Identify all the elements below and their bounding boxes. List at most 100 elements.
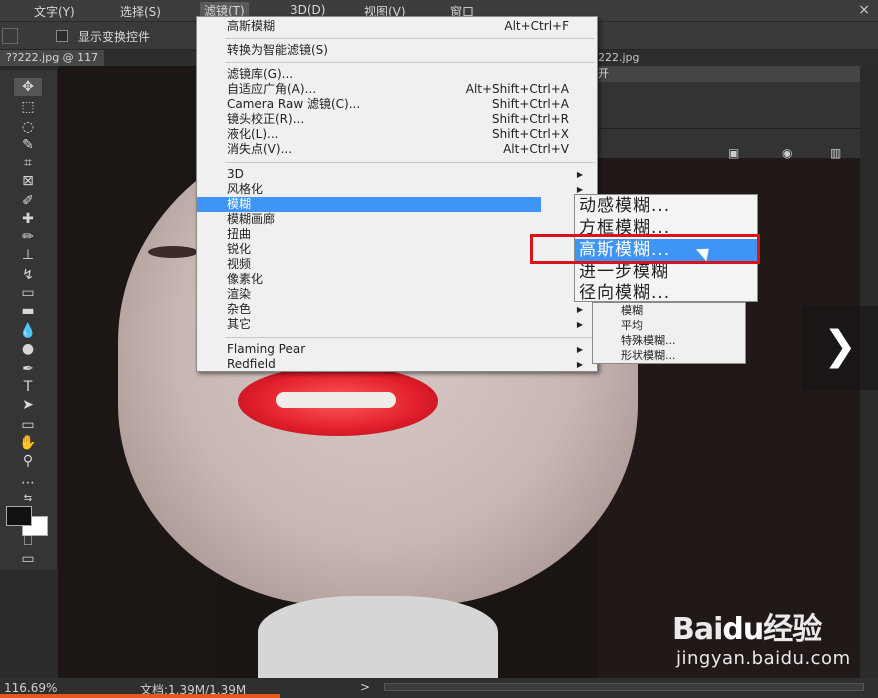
menu-type[interactable]: 文字(Y) [34,3,75,20]
menu-item-label: 液化(L)... [227,127,279,141]
tool-panel: ✥ ⬚ ◌ ✎ ⌗ ⊠ ✐ ✚ ✏ ⊥ ↯ ▭ ▬ 💧 ● ✒ T ➤ ▭ ✋ … [0,70,58,570]
menu-item-lens-correction[interactable]: 镜头校正(R)... Shift+Ctrl+R [197,112,597,127]
menu-item-label: 滤镜库(G)... [227,67,294,81]
camera-icon[interactable]: ◉ [782,146,792,160]
photo-eye-left [148,246,198,258]
foreground-color-swatch[interactable] [6,506,32,526]
right-panel: 开 ▣ ◉ ▥ [598,66,860,160]
menu-item-label: Redfield [227,357,276,371]
menu-item-liquify[interactable]: 液化(L)... Shift+Ctrl+X [197,127,597,142]
menu-item-label: 像素化 [227,272,264,286]
panel-title: 开 [598,67,609,80]
document-tab[interactable]: ??222.jpg @ 117 [0,50,105,66]
highlight-annotation-box [530,234,760,264]
frame-tool-icon[interactable]: ⊠ [14,172,42,190]
trash-icon[interactable]: ▥ [830,146,841,160]
zoom-level[interactable]: 116.69% [4,681,57,695]
menu-item-smart-filter[interactable]: 转换为智能滤镜(S) [197,43,597,58]
hand-tool-icon[interactable]: ✋ [14,434,42,452]
menu-item-flaming-pear[interactable]: Flaming Pear ▶ [197,342,597,357]
blur-tool-icon[interactable]: 💧 [14,322,42,340]
lasso-tool-icon[interactable]: ◌ [14,118,42,136]
quick-select-tool-icon[interactable]: ✎ [14,136,42,154]
menu-item-camera-raw[interactable]: Camera Raw 滤镜(C)... Shift+Ctrl+A [197,97,597,112]
menu-item-shortcut: Shift+Ctrl+R [491,112,569,126]
submenu-arrow-icon: ▶ [576,360,583,369]
menu-item-blur-gallery[interactable]: 模糊画廊 [197,212,597,227]
menu-item-label: 消失点(V)... [227,142,293,156]
baidu-watermark: Baidu经验 jingyan.baidu.com [672,604,851,669]
menu-item-last-filter[interactable]: 高斯模糊 Alt+Ctrl+F [197,19,597,34]
marquee-tool-icon[interactable]: ⬚ [14,98,42,116]
submenu2-item[interactable]: 模糊 [621,303,643,318]
submenu2-item[interactable]: 特殊模糊... [621,333,676,348]
crop-tool-icon[interactable]: ⌗ [14,154,42,172]
submenu-item-motion-blur[interactable]: 动感模糊... [575,195,757,217]
healing-tool-icon[interactable]: ✚ [14,210,42,228]
menu-item-filter-gallery[interactable]: 滤镜库(G)... [197,67,597,82]
menu-item-blur[interactable]: 模糊 [197,197,541,212]
eyedropper-tool-icon[interactable]: ✐ [14,192,42,210]
quick-mask-icon[interactable]: ⎕ [14,532,42,550]
new-layer-icon[interactable]: ▣ [728,146,739,160]
pen-tool-icon[interactable]: ✒ [14,360,42,378]
gradient-tool-icon[interactable]: ▬ [14,302,42,320]
horizontal-scrollbar[interactable] [384,683,864,691]
menu-item-3d[interactable]: 3D ▶ [197,167,597,182]
close-icon[interactable]: × [858,2,870,18]
menu-separator [225,62,595,63]
dodge-tool-icon[interactable]: ● [14,340,42,358]
menu-item-stylize[interactable]: 风格化 ▶ [197,182,597,197]
menu-item-shortcut: Alt+Ctrl+F [504,19,569,33]
menu-item-noise[interactable]: 杂色 ▶ [197,302,597,317]
show-transform-label: 显示变换控件 [78,30,151,44]
move-tool-icon[interactable]: ✥ [14,78,42,96]
menu-item-label: Flaming Pear [227,342,306,356]
submenu-arrow-icon: ▶ [576,305,583,314]
path-select-tool-icon[interactable]: ➤ [14,396,42,414]
watermark-url: jingyan.baidu.com [676,648,851,669]
menu-item-other[interactable]: 其它 ▶ [197,317,597,332]
menu-item-shortcut: Shift+Ctrl+A [492,97,569,111]
menu-item-vanishing-point[interactable]: 消失点(V)... Alt+Ctrl+V [197,142,597,157]
video-progress-bar [0,694,280,698]
submenu-arrow-icon: ▶ [576,320,583,329]
menu-select[interactable]: 选择(S) [120,3,161,20]
stamp-tool-icon[interactable]: ⊥ [14,246,42,264]
show-transform-checkbox[interactable] [56,30,68,42]
submenu2-item[interactable]: 平均 [621,318,643,333]
submenu-arrow-icon: ▶ [576,170,583,179]
menu-item-pixelate[interactable]: 像素化 [197,272,597,287]
eraser-tool-icon[interactable]: ▭ [14,284,42,302]
shape-tool-icon[interactable]: ▭ [14,416,42,434]
panel-header: 开 [598,66,860,82]
submenu-item-blur-more[interactable]: 进一步模糊 [575,261,757,283]
menu-item-adaptive-wide-angle[interactable]: 自适应广角(A)... Alt+Shift+Ctrl+A [197,82,597,97]
history-brush-tool-icon[interactable]: ↯ [14,266,42,284]
photo-shirt [258,596,498,678]
status-bar: 116.69% 文档:1.39M/1.39M > [0,678,878,698]
menu-item-label: 视频 [227,257,252,271]
menu-item-shortcut: Shift+Ctrl+X [492,127,569,141]
menu-separator [225,162,595,163]
menu-item-shortcut: Alt+Shift+Ctrl+A [465,82,569,96]
document-tab-2[interactable]: 222.jpg [598,50,640,66]
menu-item-label: 锐化 [227,242,252,256]
menu-item-label: 渲染 [227,287,252,301]
type-tool-icon[interactable]: T [14,378,42,396]
menu-item-label: 风格化 [227,182,264,196]
brush-tool-icon[interactable]: ✏ [14,228,42,246]
menu-item-redfield[interactable]: Redfield ▶ [197,357,597,372]
status-menu-arrow[interactable]: > [360,680,370,694]
menu-3d[interactable]: 3D(D) [290,3,325,17]
menu-item-shortcut: Alt+Ctrl+V [503,142,569,156]
zoom-tool-icon[interactable]: ⚲ [14,452,42,470]
menu-item-label: 自适应广角(A)... [227,82,317,96]
submenu2-item[interactable]: 形状模糊... [621,348,676,363]
next-slide-button[interactable]: ❯ [802,306,878,390]
menu-item-label: 其它 [227,317,252,331]
submenu-item-radial-blur[interactable]: 径向模糊... [575,283,757,303]
menu-item-render[interactable]: 渲染 [197,287,597,302]
screen-mode-icon[interactable]: ▭ [14,550,42,568]
tool-preset-dropdown[interactable] [2,28,18,44]
